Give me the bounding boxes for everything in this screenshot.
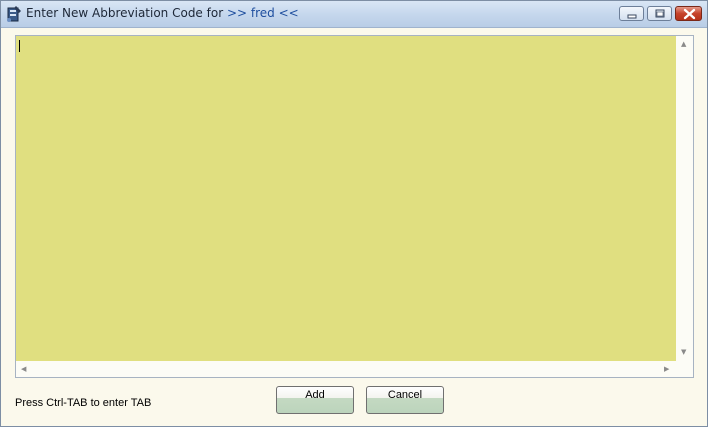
arrow-right-icon[interactable]: ▶ [664,366,669,373]
text-caret [19,40,20,52]
cancel-button-label: Cancel [387,389,423,401]
close-icon [683,8,696,20]
maximize-icon [655,9,665,18]
abbreviation-textarea[interactable]: ▲ ▼ ◀ ▶ [15,35,694,378]
scrollbar-corner [676,361,693,377]
horizontal-scrollbar[interactable]: ◀ ▶ [16,361,676,377]
arrow-left-icon[interactable]: ◀ [21,366,26,373]
app-icon[interactable] [6,5,22,23]
arrow-down-icon[interactable]: ▼ [681,349,686,356]
arrow-up-icon[interactable]: ▲ [681,41,686,48]
vertical-scrollbar[interactable]: ▲ ▼ [676,36,693,361]
cancel-button[interactable]: Cancel [366,386,444,414]
maximize-button[interactable] [647,6,672,21]
title-bar[interactable]: Enter New Abbreviation Code for >> fred … [1,1,707,28]
window-title-highlight: >> fred << [223,6,303,20]
minimize-button[interactable] [619,6,644,21]
add-button[interactable]: Add [276,386,354,414]
window-title-prefix: Enter New Abbreviation Code for [26,6,224,20]
window-title: Enter New Abbreviation Code for >> fred … [26,6,303,20]
add-button-label: Add [305,389,325,401]
tab-hint-label: Press Ctrl-TAB to enter TAB [15,397,152,409]
dialog-window: Enter New Abbreviation Code for >> fred … [0,0,708,427]
close-button[interactable] [675,6,702,21]
minimize-icon [627,14,637,19]
